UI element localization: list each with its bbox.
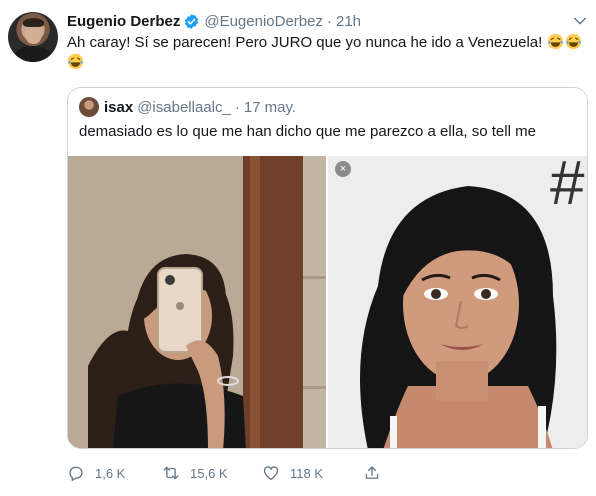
author-handle[interactable]: @EugenioDerbez	[204, 13, 323, 30]
share-button[interactable]	[363, 462, 391, 484]
tweet[interactable]: Eugenio Derbez @EugenioDerbez · 21h Ah c…	[0, 0, 596, 496]
tweet-header: Eugenio Derbez @EugenioDerbez · 21h	[67, 11, 361, 31]
reply-count: 1,6 K	[95, 465, 126, 481]
tweet-text: Ah caray! Sí se parecen! Pero JURO que y…	[67, 33, 587, 73]
quoted-tweet[interactable]: isax @isabellaalc_ · 17 may. demasiado e…	[67, 87, 588, 449]
quoted-tweet-text: demasiado es lo que me han dicho que me …	[79, 123, 536, 140]
quoted-author-avatar	[79, 97, 99, 117]
chevron-down-icon[interactable]	[571, 12, 589, 30]
like-count: 118 K	[290, 465, 324, 481]
like-button[interactable]: 118 K	[262, 462, 323, 484]
reply-icon	[69, 466, 83, 481]
quoted-author-handle: @isabellaalc_	[137, 98, 231, 116]
retweet-icon	[163, 466, 179, 480]
quoted-media: # ×	[68, 156, 587, 448]
quoted-author-name: isax	[104, 98, 134, 116]
tweet-body: Ah caray! Sí se parecen! Pero JURO que y…	[67, 34, 543, 51]
photo-watermark: #	[550, 156, 585, 218]
author-name[interactable]: Eugenio Derbez	[67, 13, 180, 30]
quoted-tweet-header: isax @isabellaalc_ · 17 may.	[79, 97, 296, 117]
separator-dot: ·	[327, 12, 332, 30]
laughing-emoji-icon	[565, 33, 582, 50]
quoted-tweet-date: 17 may.	[243, 98, 297, 116]
remove-media-icon[interactable]: ×	[335, 161, 351, 177]
retweet-count: 15,6 K	[190, 465, 228, 481]
verified-badge-icon	[183, 13, 200, 30]
portrait-photo[interactable]: # ×	[328, 156, 587, 448]
retweet-button[interactable]: 15,6 K	[162, 462, 228, 484]
laughing-emoji-icon	[547, 33, 564, 50]
tweet-actions: 1,6 K 15,6 K 118 K	[67, 462, 487, 484]
laughing-emoji-icon	[67, 53, 84, 70]
share-icon	[365, 466, 379, 479]
tweet-time[interactable]: 21h	[336, 13, 361, 30]
like-icon	[263, 466, 279, 481]
mirror-selfie-photo[interactable]	[68, 156, 326, 448]
author-avatar[interactable]	[8, 12, 58, 62]
reply-button[interactable]: 1,6 K	[67, 462, 125, 484]
separator-dot: ·	[234, 98, 240, 116]
